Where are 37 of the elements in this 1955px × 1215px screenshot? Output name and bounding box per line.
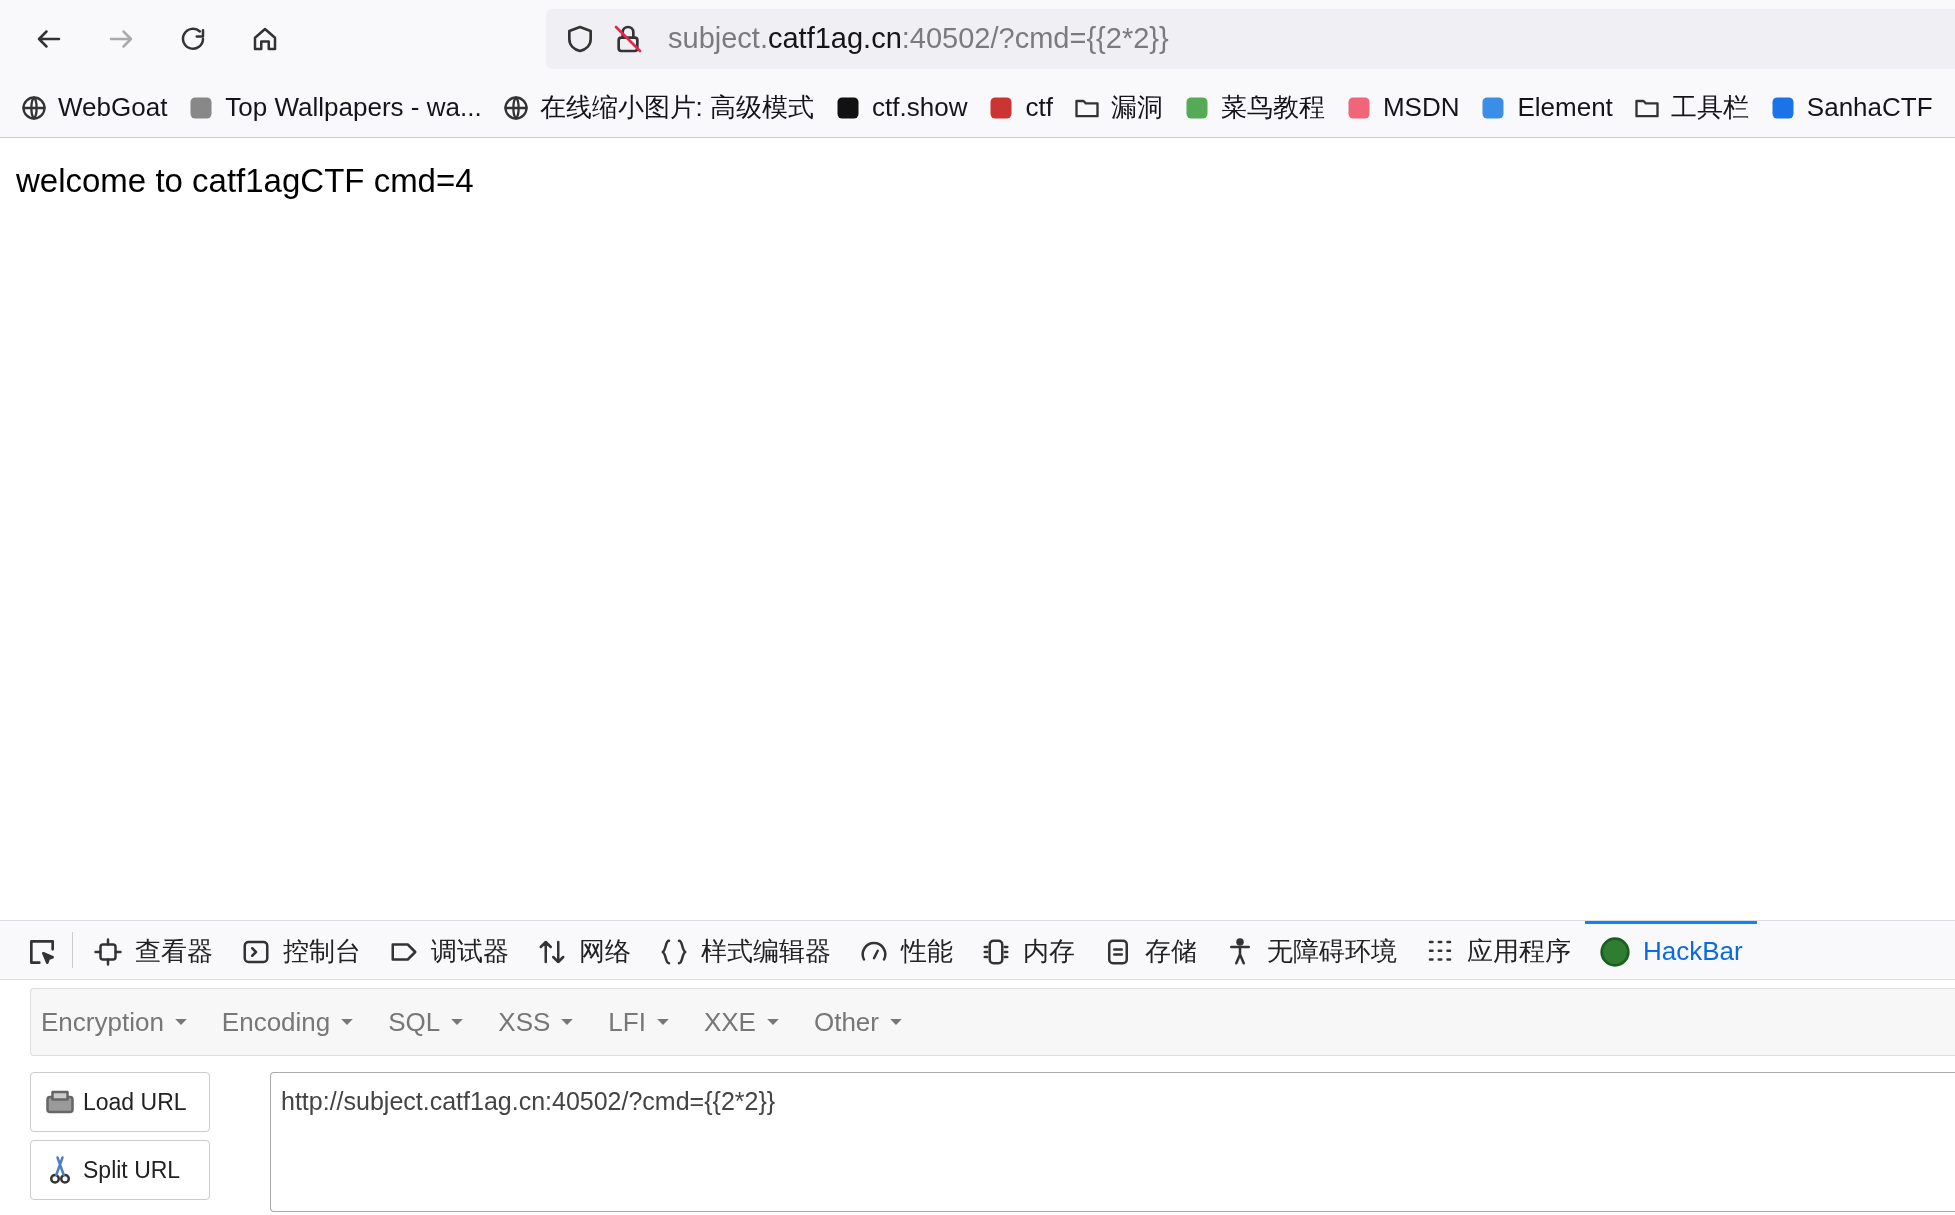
devtools-tab[interactable]: 无障碍环境: [1211, 921, 1411, 979]
globe-icon: [20, 93, 48, 122]
dropdown-menu-button[interactable]: Encoding: [221, 1002, 372, 1042]
bookmark[interactable]: ctf: [987, 88, 1053, 127]
dropdown-menu-button[interactable]: Other: [813, 1002, 920, 1042]
devtools-tab[interactable]: 样式编辑器: [645, 921, 845, 979]
dropdown-menu-button[interactable]: XXE: [703, 1002, 797, 1042]
bookmark[interactable]: SanhaCTF: [1768, 88, 1933, 127]
devtools-tab[interactable]: 应用程序: [1411, 921, 1585, 979]
crossed-lock-icon: [612, 23, 644, 55]
dropdown-menu-button[interactable]: LFI: [608, 1002, 687, 1042]
dropdown-menu-button[interactable]: SQL: [388, 1002, 482, 1042]
bookmark[interactable]: Top Wallpapers - wa...: [187, 88, 482, 127]
bookmark[interactable]: 漏洞: [1072, 88, 1163, 127]
bookmark[interactable]: Element: [1479, 88, 1613, 127]
bookmark[interactable]: 在线缩小图片: 高级模式: [501, 88, 815, 127]
bookmark[interactable]: WebGoat: [20, 88, 168, 127]
bookmark[interactable]: 工具栏: [1632, 88, 1749, 127]
devtools-tab[interactable]: 控制台: [227, 921, 375, 979]
bookmark[interactable]: MSDN: [1344, 88, 1460, 127]
devtools-tab[interactable]: 网络: [523, 921, 645, 979]
dropdown-menu-button[interactable]: XSS: [498, 1002, 592, 1042]
dropdown-menu-button[interactable]: Encryption: [41, 1002, 205, 1042]
hackbar-button[interactable]: Split URL: [30, 1140, 210, 1200]
devtools-tab[interactable]: 调试器: [375, 921, 523, 979]
bookmark[interactable]: 菜鸟教程: [1182, 88, 1325, 127]
devtools-tab[interactable]: 内存: [967, 921, 1089, 979]
devtools-tab[interactable]: 存储: [1089, 921, 1211, 979]
devtools-tab[interactable]: 性能: [845, 921, 967, 979]
devtools-tab[interactable]: 查看器: [79, 921, 227, 979]
page-text: welcome to catf1agCTF cmd=4: [16, 161, 475, 201]
hackbar-button[interactable]: Load URL: [30, 1072, 210, 1132]
url-input-field[interactable]: http://subject.catf1ag.cn:40502/?cmd={{2*2}}: [270, 1072, 1955, 1212]
tab-icon: [93, 936, 123, 967]
globe-icon: [501, 93, 530, 122]
devtools-tab[interactable]: HackBar: [1585, 921, 1757, 979]
bookmark[interactable]: ctf.show: [834, 88, 968, 127]
